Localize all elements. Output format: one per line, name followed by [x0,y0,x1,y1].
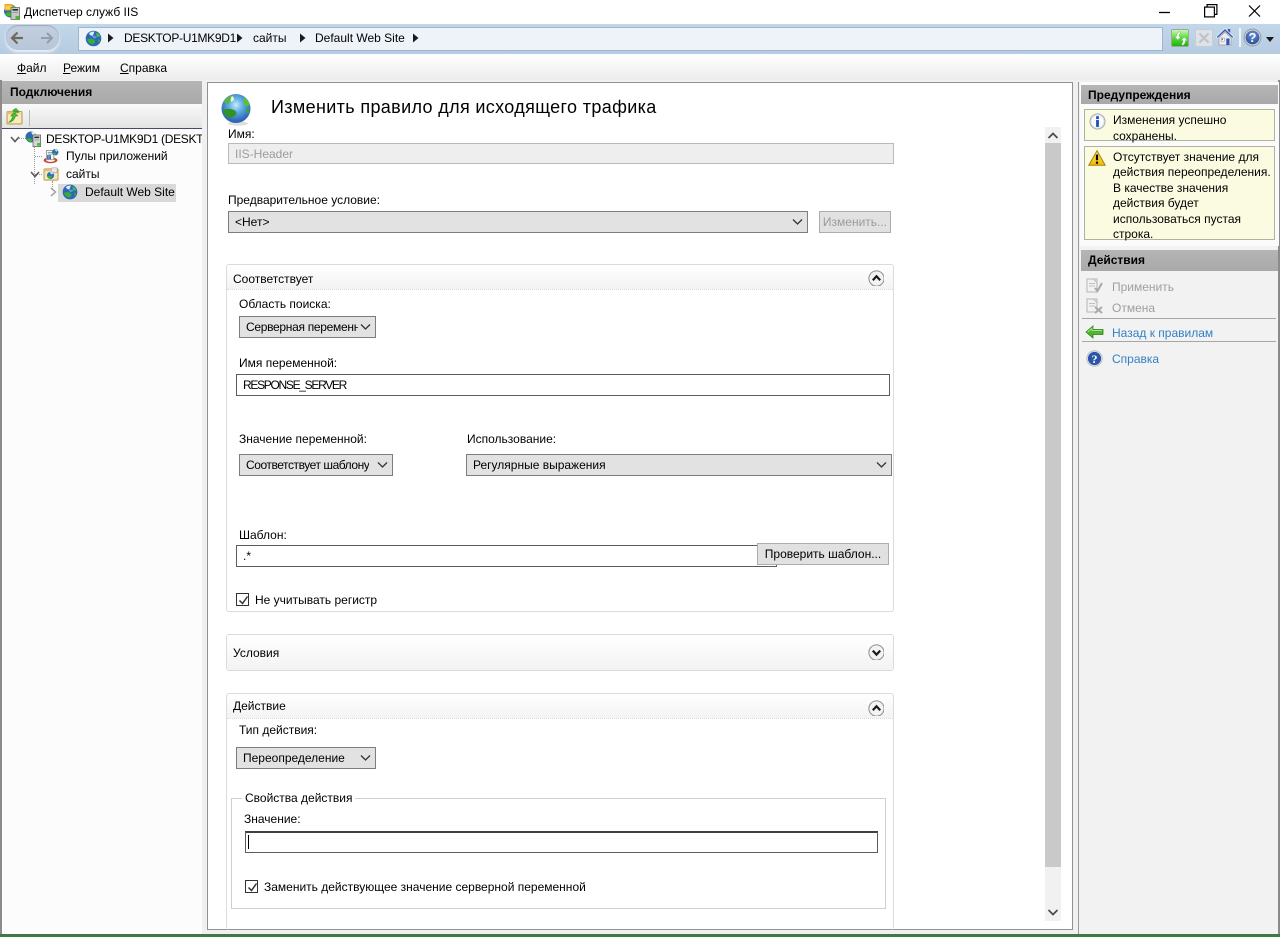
svg-text:?: ? [1249,30,1257,45]
svg-text:?: ? [1092,352,1098,366]
